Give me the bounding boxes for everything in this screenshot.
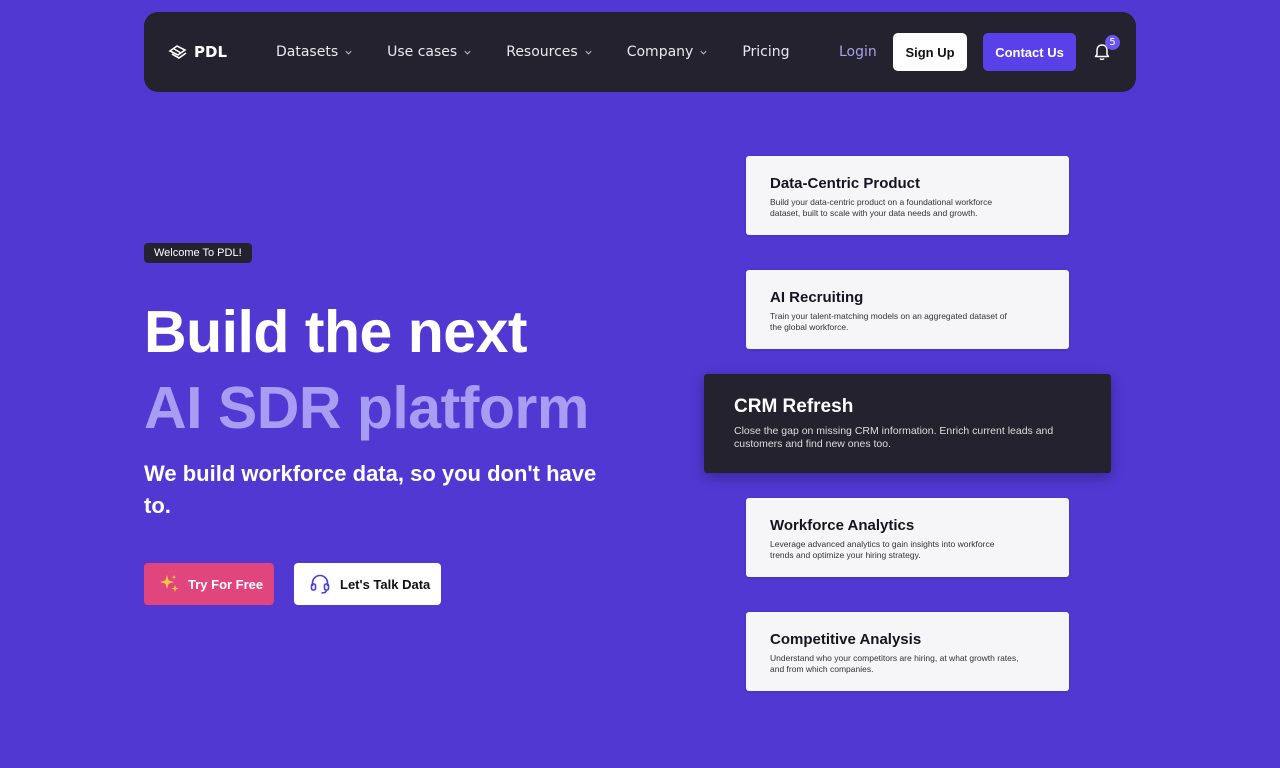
card-description: Leverage advanced analytics to gain insi… [770, 539, 995, 560]
sign-up-button[interactable]: Sign Up [893, 33, 967, 71]
chevron-down-icon [585, 50, 592, 55]
contact-us-button[interactable]: Contact Us [983, 33, 1076, 71]
headline-line-1: Build the next [144, 299, 528, 365]
card-title: CRM Refresh [734, 396, 854, 417]
nav-item-use-cases[interactable]: Use cases [387, 44, 472, 60]
chevron-down-icon [700, 50, 707, 55]
use-case-card-ai-recruiting[interactable]: AI Recruiting Train your talent-matching… [746, 270, 1069, 349]
nav-item-label: Company [626, 44, 694, 60]
card-description: Build your data-centric product on a fou… [770, 197, 993, 218]
try-for-free-button[interactable]: Try For Free [144, 563, 274, 605]
talk-button-label: Let's Talk Data [340, 576, 431, 592]
nav-item-label: Resources [506, 44, 578, 60]
headset-icon [310, 574, 330, 594]
nav-item-label: Use cases [387, 44, 458, 60]
card-title: Data-Centric Product [770, 175, 921, 192]
card-description: Understand who your competitors are hiri… [770, 653, 1019, 674]
pdl-logo[interactable]: PDL [168, 12, 227, 92]
pdl-logo-icon [168, 45, 187, 59]
notification-badge: 5 [1105, 35, 1120, 50]
lets-talk-data-button[interactable]: Let's Talk Data [294, 563, 441, 605]
card-title: AI Recruiting [770, 289, 864, 306]
welcome-badge: Welcome To PDL! [144, 243, 252, 263]
use-case-card-crm-refresh[interactable]: CRM Refresh Close the gap on missing CRM… [704, 374, 1111, 473]
use-case-card-data-centric-product[interactable]: Data-Centric Product Build your data-cen… [746, 156, 1069, 235]
top-navigation: PDL Datasets Use cases Resources Company… [144, 12, 1136, 92]
use-case-card-competitive-analysis[interactable]: Competitive Analysis Understand who your… [746, 612, 1069, 691]
chevron-down-icon [345, 50, 352, 55]
nav-item-datasets[interactable]: Datasets [276, 44, 353, 60]
try-button-label: Try For Free [188, 576, 264, 592]
chevron-down-icon [464, 50, 471, 55]
card-description: Train your talent-matching models on an … [770, 311, 1007, 332]
nav-item-pricing[interactable]: Pricing [742, 44, 789, 60]
nav-item-resources[interactable]: Resources [506, 44, 593, 60]
card-description: Close the gap on missing CRM information… [734, 425, 1054, 450]
nav-menu: Datasets Use cases Resources Company Pri… [276, 12, 824, 92]
nav-item-company[interactable]: Company [627, 44, 709, 60]
nav-item-label: Pricing [742, 44, 790, 60]
headline-line-2: AI SDR platform [144, 375, 589, 441]
login-link[interactable]: Login [839, 12, 877, 92]
nav-item-label: Datasets [276, 44, 339, 60]
use-case-card-workforce-analytics[interactable]: Workforce Analytics Leverage advanced an… [746, 498, 1069, 577]
logo-text: PDL [194, 43, 228, 61]
card-title: Competitive Analysis [770, 631, 922, 648]
sparkles-icon [160, 575, 179, 592]
subheadline: We build workforce data, so you don't ha… [144, 461, 597, 518]
card-title: Workforce Analytics [770, 517, 915, 534]
